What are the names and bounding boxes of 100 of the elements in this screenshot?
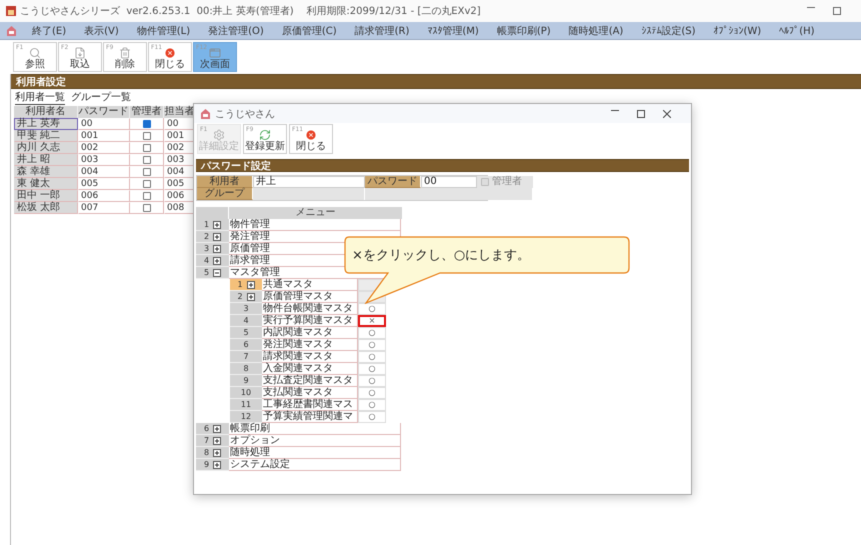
- permission-toggle[interactable]: ○: [358, 351, 386, 363]
- tree-item[interactable]: 予算実績管理関連マ: [262, 411, 358, 423]
- checkbox[interactable]: [142, 156, 150, 164]
- checkbox[interactable]: [142, 204, 150, 212]
- tree-item[interactable]: 請求関連マスタ: [262, 351, 358, 363]
- table-cell[interactable]: 内川 久志: [14, 142, 78, 154]
- menu-item[interactable]: 原価管理(C): [278, 24, 340, 38]
- collapse-icon[interactable]: [213, 268, 222, 276]
- menu-item[interactable]: 請求管理(R): [352, 24, 412, 38]
- tree-item[interactable]: オプション: [229, 435, 401, 447]
- permission-toggle[interactable]: ○: [358, 387, 386, 399]
- row-header[interactable]: 11: [230, 399, 262, 411]
- document-icon: [74, 47, 86, 59]
- table-cell[interactable]: 田中 一郎: [14, 190, 78, 202]
- expand-icon[interactable]: [213, 460, 222, 468]
- expand-icon[interactable]: [213, 436, 222, 444]
- menu-item[interactable]: ｼｽﾃﾑ設定(S): [638, 24, 698, 38]
- row-header[interactable]: 5: [230, 327, 262, 339]
- tree-item[interactable]: 共通マスタ: [262, 279, 358, 291]
- tree-item[interactable]: 実行予算関連マスタ: [262, 315, 358, 327]
- section-header: パスワード設定: [196, 159, 689, 172]
- permission-toggle[interactable]: ○: [358, 375, 386, 387]
- table-cell[interactable]: 森 幸雄: [14, 166, 78, 178]
- tree-item[interactable]: 物件台帳関連マスタ: [262, 303, 358, 315]
- tree-item[interactable]: 支払査定関連マスタ: [262, 375, 358, 387]
- permission-toggle[interactable]: ○: [358, 411, 386, 423]
- expand-icon[interactable]: [213, 256, 222, 264]
- tree-item[interactable]: 帳票印刷: [229, 423, 401, 435]
- window-title: こうじやさんシリーズ ver2.6.253.1 00:井上 英寿(管理者) 利用期限:2099/12/31 - [二の丸EXv2]: [20, 4, 481, 18]
- menu-item[interactable]: 終了(E): [29, 24, 70, 38]
- app-icon[interactable]: [6, 26, 17, 36]
- permission-toggle[interactable]: ×: [358, 315, 386, 327]
- permission-toggle[interactable]: ○: [358, 363, 386, 375]
- table-cell: 006: [78, 190, 130, 202]
- menu-item[interactable]: 物件管理(L): [134, 24, 194, 38]
- table-cell[interactable]: 井上 英寿: [14, 118, 78, 130]
- expand-icon[interactable]: [246, 280, 255, 288]
- menu-item[interactable]: 随時処理(A): [566, 24, 626, 38]
- row-header[interactable]: 9: [230, 375, 262, 387]
- table-cell[interactable]: 松坂 太郎: [14, 202, 78, 214]
- row-header[interactable]: 6: [230, 339, 262, 351]
- permission-toggle[interactable]: ○: [358, 339, 386, 351]
- menu-item[interactable]: 表示(V): [81, 24, 122, 38]
- expand-icon[interactable]: [213, 232, 222, 240]
- input-field[interactable]: 井上: [253, 176, 365, 188]
- input-field[interactable]: [365, 188, 533, 200]
- checkbox[interactable]: [142, 132, 150, 140]
- row-number: 6: [243, 340, 249, 348]
- input-field[interactable]: [253, 188, 365, 200]
- expand-icon[interactable]: [213, 244, 222, 252]
- table-cell: 004: [164, 166, 196, 178]
- maximize-icon[interactable]: [833, 7, 841, 15]
- field-label: グループ: [197, 188, 253, 200]
- row-number: 4: [243, 316, 249, 324]
- row-header[interactable]: 4: [230, 315, 262, 327]
- menu-item[interactable]: ﾏｽﾀ管理(M): [424, 24, 482, 38]
- checkbox[interactable]: [142, 192, 150, 200]
- checkbox[interactable]: [142, 144, 150, 152]
- expand-icon[interactable]: [213, 424, 222, 432]
- expand-icon[interactable]: [213, 448, 222, 456]
- table-cell[interactable]: 東 健太: [14, 178, 78, 190]
- checkbox[interactable]: [142, 120, 150, 128]
- tree-item[interactable]: 発注関連マスタ: [262, 339, 358, 351]
- row-header[interactable]: 7: [230, 351, 262, 363]
- app-icon: [200, 108, 211, 118]
- maximize-icon[interactable]: [637, 110, 645, 118]
- row-header[interactable]: 1: [230, 279, 262, 291]
- menu-item[interactable]: ｵﾌﾟｼｮﾝ(W): [710, 24, 764, 36]
- tree-item[interactable]: 支払関連マスタ: [262, 387, 358, 399]
- table-cell[interactable]: 甲斐 純二: [14, 130, 78, 142]
- row-header[interactable]: 12: [230, 411, 262, 423]
- expand-icon[interactable]: [213, 220, 222, 228]
- tab[interactable]: グループ一覧: [71, 92, 131, 105]
- menu-item[interactable]: 発注管理(O): [205, 24, 267, 38]
- checkbox[interactable]: [142, 168, 150, 176]
- permission-toggle[interactable]: ○: [358, 399, 386, 411]
- menu-item[interactable]: ﾍﾙﾌﾟ(H): [776, 24, 818, 36]
- menu-item[interactable]: 帳票印刷(P): [494, 24, 554, 38]
- column-header: 担当者: [164, 106, 196, 118]
- tree-item[interactable]: 入金関連マスタ: [262, 363, 358, 375]
- row-header[interactable]: 10: [230, 387, 262, 399]
- expand-icon[interactable]: [246, 292, 255, 300]
- checkbox-label: 管理者: [492, 176, 522, 188]
- row-header[interactable]: 8: [230, 363, 262, 375]
- tree-item[interactable]: 原価管理マスタ: [262, 291, 358, 303]
- tree-item[interactable]: 物件管理: [229, 219, 401, 231]
- tab[interactable]: 利用者一覧: [15, 92, 65, 105]
- checkbox[interactable]: [142, 180, 150, 188]
- row-header[interactable]: 2: [230, 291, 262, 303]
- tree-item[interactable]: 内訳関連マスタ: [262, 327, 358, 339]
- permission-toggle[interactable]: ○: [358, 303, 386, 315]
- tree-item[interactable]: 工事経歴書関連マス: [262, 399, 358, 411]
- table-cell[interactable]: 井上 昭: [14, 154, 78, 166]
- input-field[interactable]: 00: [421, 176, 477, 188]
- table-cell: 005: [78, 178, 130, 190]
- tree-item[interactable]: システム設定: [229, 459, 401, 471]
- tree-item[interactable]: 随時処理: [229, 447, 401, 459]
- row-header[interactable]: 3: [230, 303, 262, 315]
- permission-toggle[interactable]: ○: [358, 327, 386, 339]
- close-icon[interactable]: [663, 110, 671, 118]
